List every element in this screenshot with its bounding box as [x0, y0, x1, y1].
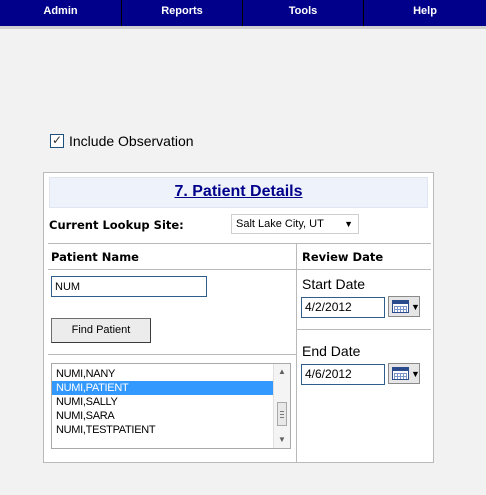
menu-shadow [0, 26, 486, 29]
include-observation-row: ✓ Include Observation [50, 133, 194, 149]
patient-list-item[interactable]: NUMI,NANY [52, 367, 274, 381]
start-date-label: Start Date [302, 276, 366, 292]
patient-details-panel: 7. Patient Details Current Lookup Site: … [43, 172, 434, 463]
menu-tools[interactable]: Tools [243, 0, 364, 26]
scrollbar-thumb[interactable] [277, 402, 287, 426]
calendar-icon [392, 367, 409, 380]
end-date-input[interactable]: 4/6/2012 [301, 364, 385, 385]
patient-list-item-selected[interactable]: NUMI,PATIENT [52, 381, 274, 395]
grip-line [280, 414, 284, 415]
end-date-calendar-button[interactable]: ▼ [388, 363, 420, 384]
menu-admin[interactable]: Admin [0, 0, 122, 26]
triangle-up-icon[interactable]: ▲ [274, 364, 290, 380]
patient-listbox[interactable]: NUMI,NANY NUMI,PATIENT NUMI,SALLY NUMI,S… [51, 363, 291, 449]
patient-name-header: Patient Name [51, 250, 139, 264]
triangle-down-icon: ▼ [344, 219, 353, 229]
divider [296, 329, 431, 330]
divider [48, 269, 431, 270]
check-icon: ✓ [52, 133, 63, 147]
lookup-site-select[interactable]: Salt Lake City, UT ▼ [231, 214, 359, 234]
triangle-down-icon: ▼ [411, 369, 420, 379]
patient-list-item[interactable]: NUMI,SALLY [52, 395, 274, 409]
divider [48, 243, 431, 244]
end-date-label: End Date [302, 343, 361, 359]
patient-list: NUMI,NANY NUMI,PATIENT NUMI,SALLY NUMI,S… [52, 367, 274, 437]
menu-reports[interactable]: Reports [122, 0, 243, 26]
lookup-site-label: Current Lookup Site: [49, 218, 184, 232]
menu-bar: Admin Reports Tools Help [0, 0, 486, 32]
include-observation-checkbox[interactable]: ✓ [50, 133, 64, 148]
divider [48, 354, 296, 355]
column-divider [296, 243, 297, 462]
grip-line [280, 411, 284, 412]
include-observation-label: Include Observation [69, 133, 194, 149]
panel-title: 7. Patient Details [174, 183, 303, 200]
grip-line [280, 417, 284, 418]
patient-list-item[interactable]: NUMI,TESTPATIENT [52, 423, 274, 437]
lookup-site-value: Salt Lake City, UT [236, 218, 324, 230]
start-date-input[interactable]: 4/2/2012 [301, 297, 385, 318]
review-date-header: Review Date [302, 250, 384, 264]
list-scrollbar[interactable]: ▲ ▼ [273, 364, 290, 448]
app-window: Admin Reports Tools Help ✓ Include Obser… [0, 0, 486, 495]
patient-name-input[interactable] [51, 276, 207, 297]
triangle-down-icon: ▼ [411, 302, 420, 312]
start-date-calendar-button[interactable]: ▼ [388, 296, 420, 317]
find-patient-button[interactable]: Find Patient [51, 318, 151, 343]
triangle-down-icon[interactable]: ▼ [274, 432, 290, 448]
calendar-icon [392, 300, 409, 313]
menu-help[interactable]: Help [364, 0, 486, 26]
panel-header: 7. Patient Details [49, 177, 428, 208]
patient-list-item[interactable]: NUMI,SARA [52, 409, 274, 423]
menu-items: Admin Reports Tools Help [0, 0, 486, 26]
lookup-site-row: Current Lookup Site: Salt Lake City, UT … [49, 214, 359, 234]
